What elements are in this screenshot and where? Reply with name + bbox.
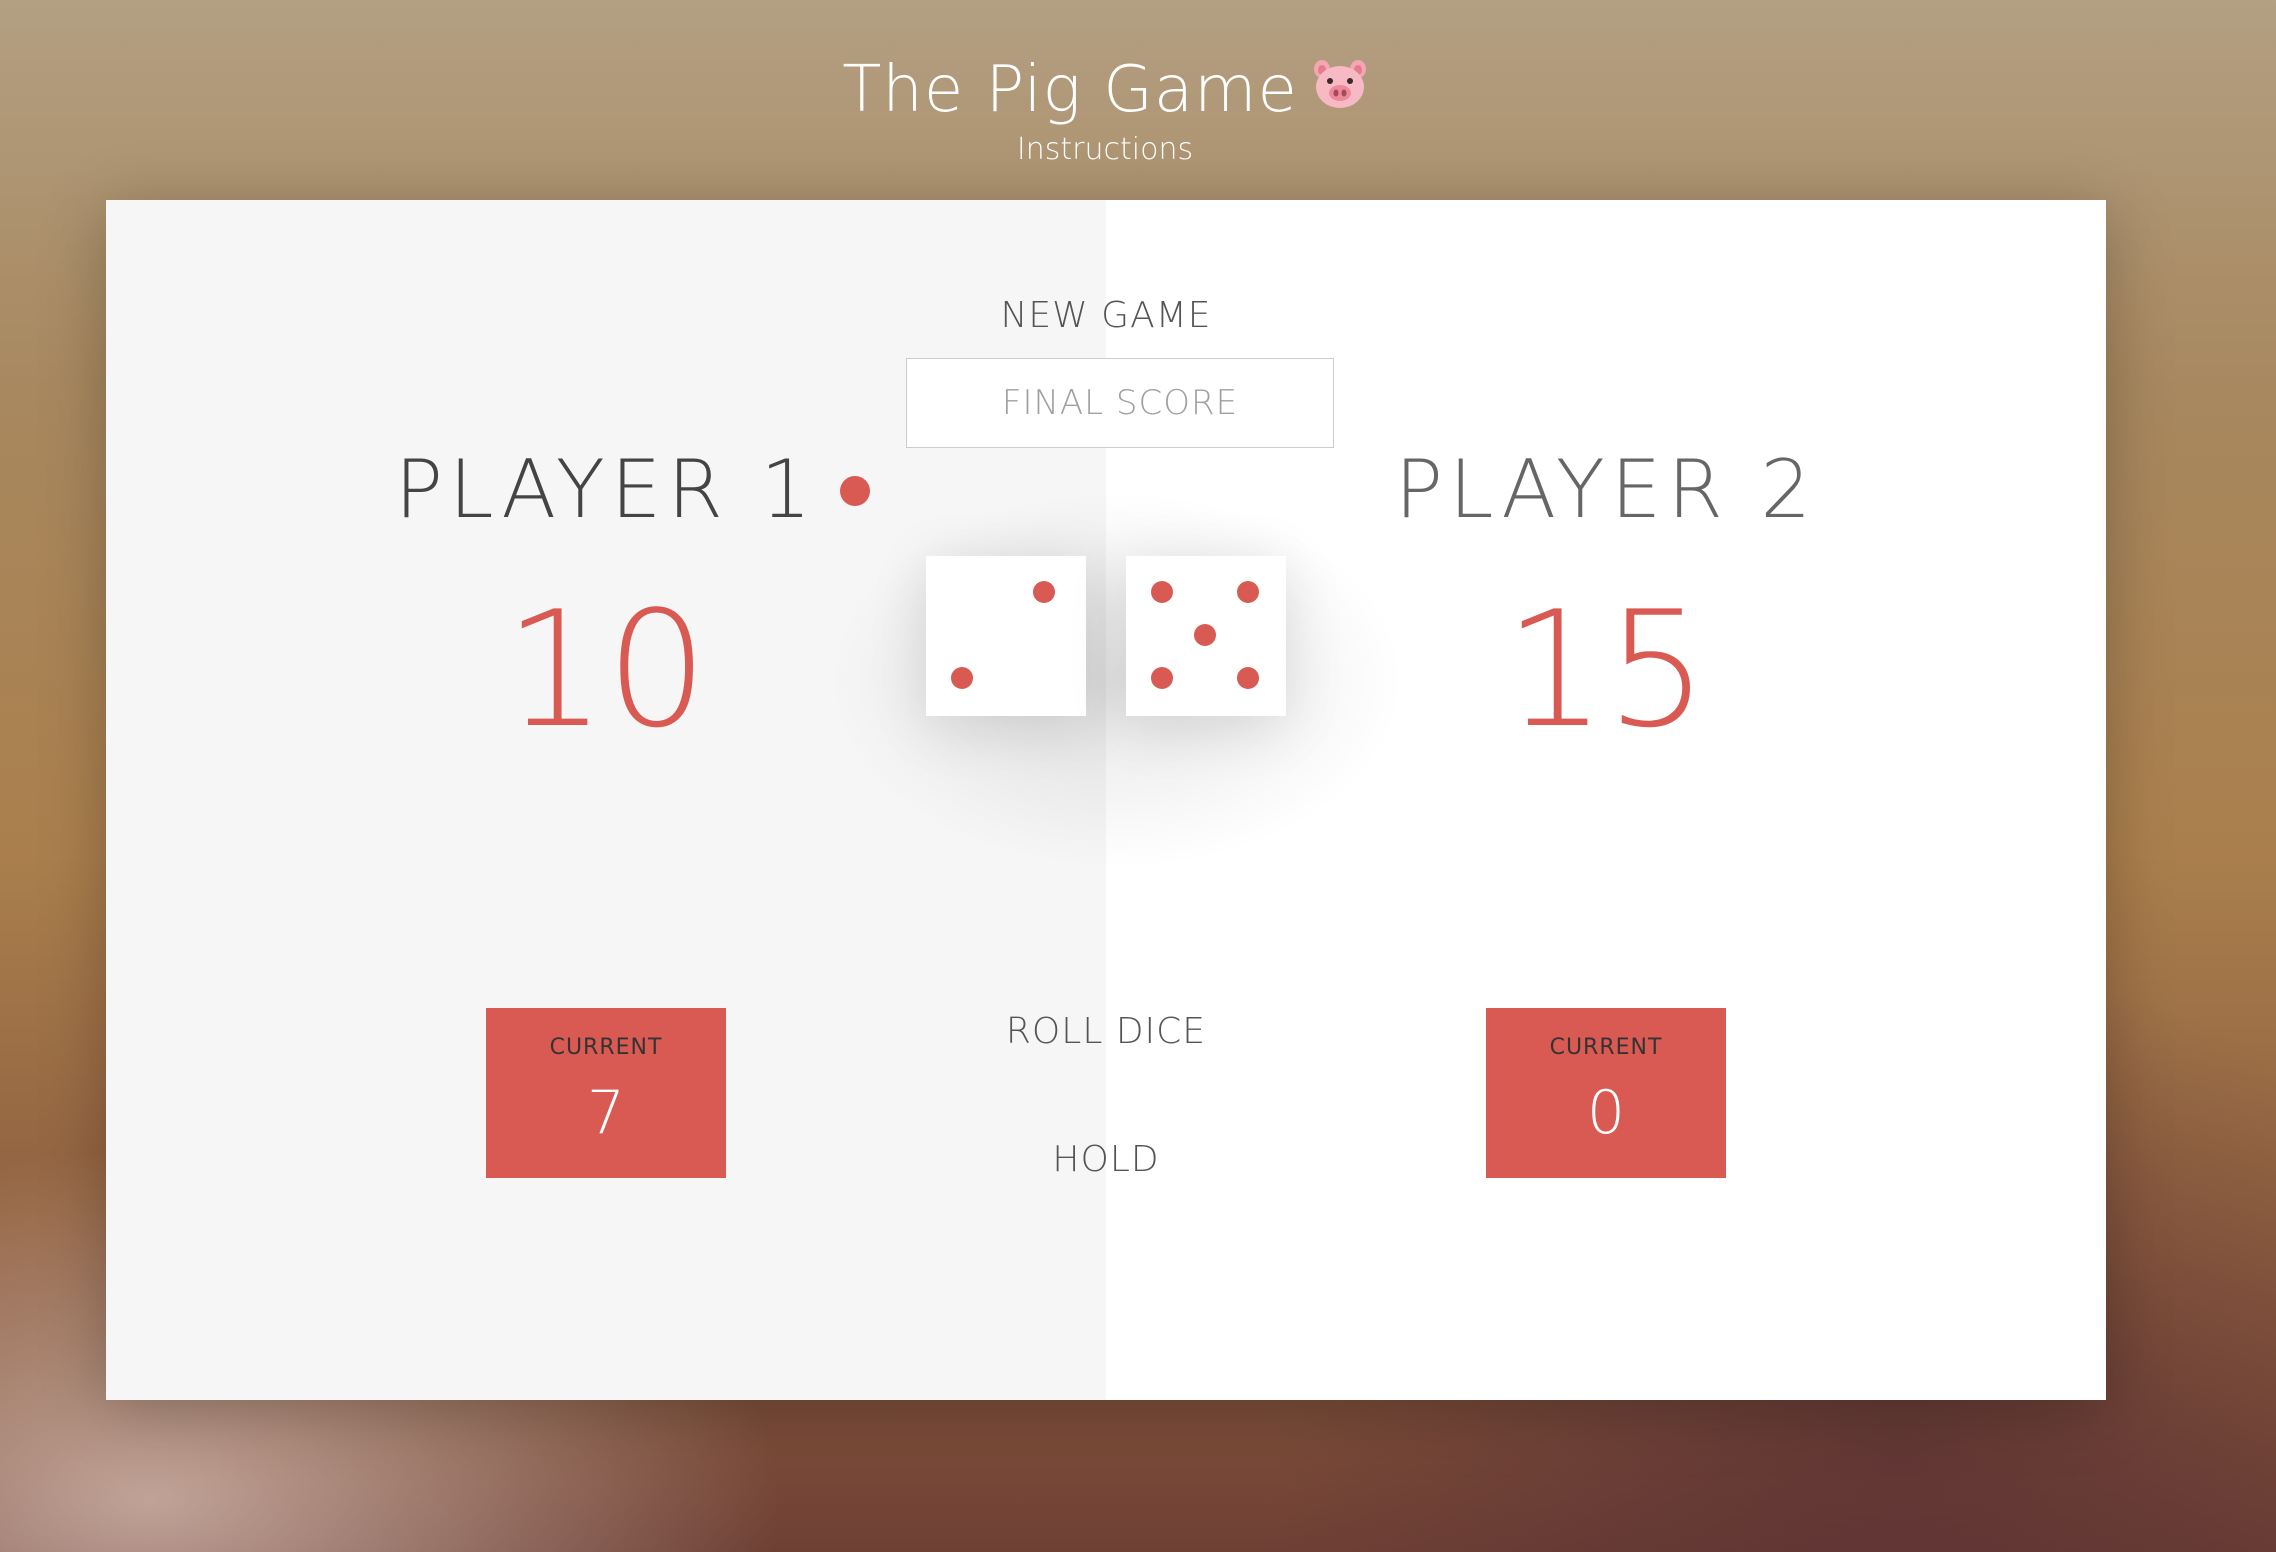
die-1-pip [951, 667, 973, 689]
hold-button[interactable]: HOLD [896, 1134, 1316, 1184]
die-2-pip [1151, 667, 1173, 689]
player-1-current-box: CURRENT 7 [486, 1008, 726, 1178]
game-board: PLAYER 1 10 CURRENT 7 PLAYER 2 15 CURREN… [106, 200, 2106, 1400]
player-1-current-score: 7 [586, 1078, 626, 1148]
die-2-pip [1237, 667, 1259, 689]
die-1-pip [1033, 581, 1055, 603]
die-2-pip [1151, 581, 1173, 603]
active-player-indicator [840, 476, 870, 506]
player-2-current-score: 0 [1586, 1078, 1626, 1148]
player-1-current-label: CURRENT [549, 1035, 663, 1060]
header: The Pig Game Instructions [0, 50, 2210, 168]
roll-dice-button[interactable]: ROLL DICE [896, 1006, 1316, 1056]
die-2-pip [1194, 624, 1216, 646]
dice-shadow [826, 490, 1406, 870]
die-2-pip [1237, 581, 1259, 603]
pig-face-icon [1312, 48, 1368, 128]
player-2-current-label: CURRENT [1549, 1035, 1663, 1060]
page-title: The Pig Game [0, 50, 2210, 130]
new-game-button[interactable]: NEW GAME [896, 290, 1316, 340]
player-2-current-box: CURRENT 0 [1486, 1008, 1726, 1178]
instructions-link[interactable]: Instructions [0, 132, 2210, 168]
title-text: The Pig Game [842, 53, 1298, 127]
final-score-input[interactable] [906, 358, 1334, 448]
die-1 [926, 556, 1086, 716]
die-2 [1126, 556, 1286, 716]
